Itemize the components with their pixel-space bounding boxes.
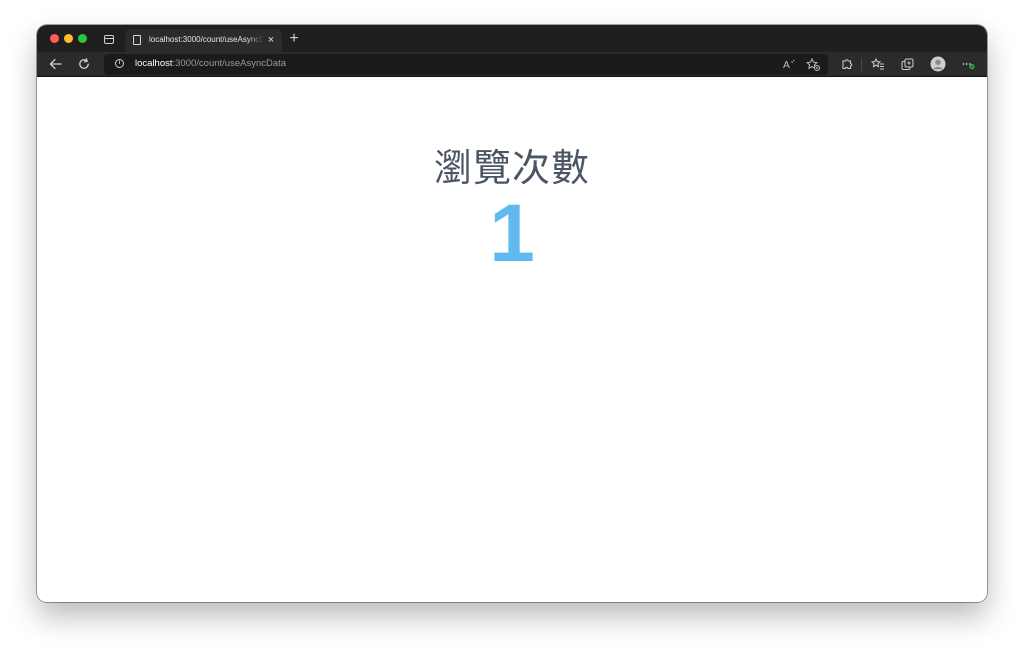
toolbar: i localhost:3000/count/useAsyncData A: [37, 52, 987, 77]
tab-close-icon[interactable]: ×: [265, 33, 277, 47]
maximize-window-button[interactable]: [78, 34, 87, 43]
minimize-window-button[interactable]: [64, 34, 73, 43]
tab-active[interactable]: localhost:3000/count/useAsyncData ×: [125, 29, 282, 52]
page-icon: [133, 35, 141, 45]
profile-avatar-icon[interactable]: [930, 56, 946, 72]
svg-text:A: A: [783, 60, 790, 70]
view-count: 1: [489, 188, 535, 279]
arrow-left-icon[interactable]: [48, 57, 62, 71]
browser-window: localhost:3000/count/useAsyncData × + i …: [37, 25, 987, 602]
puzzle-icon[interactable]: [840, 57, 854, 71]
address-bar[interactable]: i localhost:3000/count/useAsyncData A: [104, 54, 828, 75]
new-tab-button[interactable]: +: [286, 31, 302, 47]
tab-bar: localhost:3000/count/useAsyncData × +: [37, 25, 987, 52]
info-icon[interactable]: i: [115, 59, 124, 68]
tab-actions-icon[interactable]: [104, 35, 114, 44]
close-window-button[interactable]: [50, 34, 59, 43]
reload-icon[interactable]: [77, 57, 91, 71]
collections-icon[interactable]: [900, 57, 914, 71]
page-content: 瀏覽次數 1: [37, 77, 987, 602]
url-text[interactable]: localhost:3000/count/useAsyncData: [135, 58, 286, 69]
read-aloud-icon[interactable]: A: [782, 57, 796, 71]
page-title: 瀏覽次數: [433, 146, 590, 190]
toolbar-divider: [861, 58, 862, 71]
more-dots-icon[interactable]: [961, 57, 975, 71]
tab-title: localhost:3000/count/useAsyncData: [149, 35, 264, 44]
url-host: localhost: [135, 58, 173, 69]
favorites-list-icon[interactable]: [871, 57, 885, 71]
url-path: :3000/count/useAsyncData: [172, 58, 287, 69]
star-add-icon[interactable]: [806, 57, 820, 71]
